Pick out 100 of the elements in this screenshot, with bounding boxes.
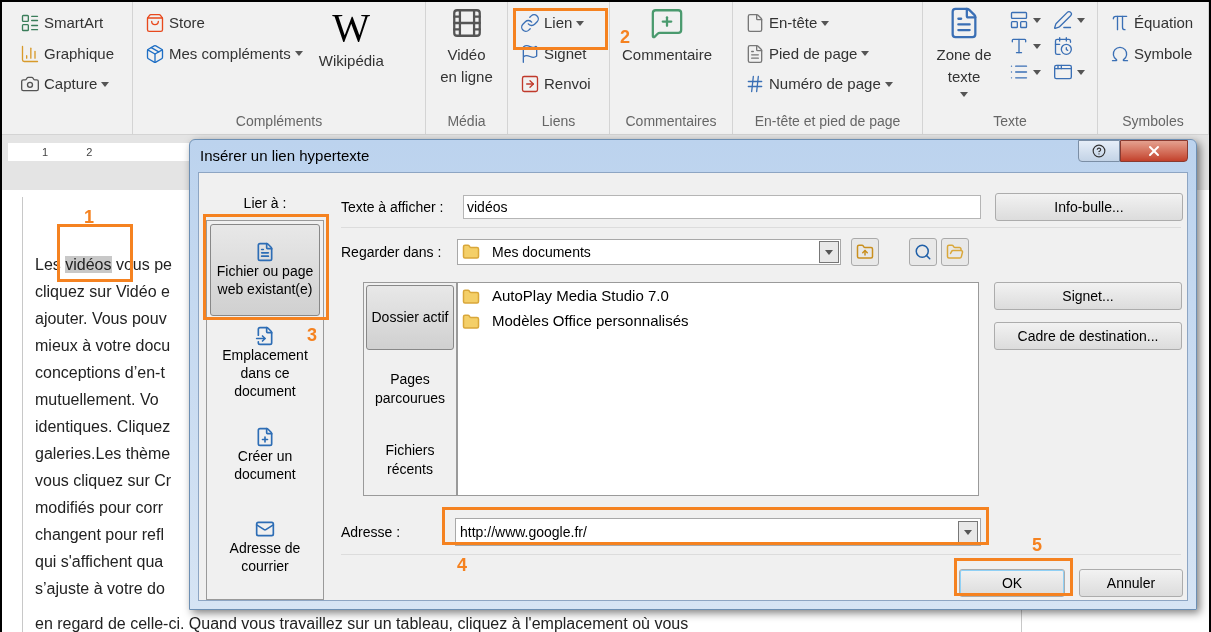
page-icon (745, 13, 765, 34)
ruler-number: 1 (42, 144, 49, 160)
document-line: modifiés pour corr (35, 498, 164, 518)
caret-icon (964, 529, 972, 535)
bar-chart-icon (20, 43, 40, 64)
ribbon-button[interactable]: Équation (1106, 12, 1198, 35)
shopping-bag-icon (145, 13, 165, 34)
group-label: Symboles (1121, 112, 1185, 131)
ribbon-button[interactable]: Symbole (1106, 42, 1198, 65)
step-number: 5 (1032, 534, 1042, 557)
folder-up-icon (856, 243, 874, 261)
calendar-icon (1053, 36, 1073, 56)
ribbon-button[interactable]: Numéro de page (741, 73, 897, 96)
link-to-label: Lier à : (243, 194, 287, 213)
ribbon-button[interactable]: Pied de page (741, 42, 897, 65)
document-line: changent pour refl (35, 525, 164, 545)
link-icon (520, 13, 540, 34)
document-line: vous cliquez sur Cr (35, 471, 172, 491)
step-number: 4 (457, 554, 467, 577)
hash-icon (745, 74, 765, 95)
group-label: Texte (992, 112, 1028, 131)
place-button[interactable]: Fichiers récents (366, 427, 454, 493)
step-number: 2 (620, 26, 630, 49)
folder-icon (462, 287, 480, 306)
group-label: En-tête et pied de page (753, 112, 902, 131)
ribbon-button[interactable]: En-tête (741, 12, 897, 35)
caret-icon (294, 51, 303, 57)
file-plus-icon (255, 427, 275, 447)
document-line: mutuellement. Vo (35, 390, 159, 410)
envelope-icon (255, 519, 275, 539)
caret-icon (576, 20, 585, 26)
place-button[interactable]: Dossier actif (366, 285, 454, 351)
ribbon-button[interactable]: Capture (16, 73, 119, 96)
file-item[interactable]: AutoPlay Media Studio 7.0 (462, 284, 978, 309)
flag-icon (520, 43, 540, 64)
document-line: ajouter. Vous pouv (35, 309, 167, 329)
ribbon-button[interactable]: W Wikipédia (314, 6, 388, 73)
ribbon-button[interactable]: Renvoi (516, 73, 595, 96)
caret-icon (884, 81, 893, 87)
arrow-box-icon (520, 74, 540, 95)
ribbon-button[interactable]: SmartArt (16, 12, 119, 35)
file-arrow-icon (255, 326, 275, 346)
help-icon (1092, 144, 1106, 158)
folder-icon (462, 312, 480, 331)
wikipedia-logo: W (332, 6, 371, 50)
text-to-display-field[interactable]: vidéos (463, 195, 981, 219)
ribbon-button[interactable]: Store (141, 12, 307, 35)
ribbon-button[interactable]: Vidéo en ligne (434, 6, 499, 88)
window-title: Insérer un lien hypertexte (199, 145, 370, 166)
caret-icon (1077, 17, 1085, 23)
group-label: Compléments (234, 112, 324, 131)
look-in-dropdown[interactable]: Mes documents (457, 239, 841, 265)
pen-icon (1053, 10, 1073, 30)
caret-icon (861, 51, 870, 57)
ribbon-button[interactable]: Zone de texte (931, 6, 997, 97)
step-number: 1 (84, 206, 94, 229)
ribbon-button[interactable]: Graphique (16, 42, 119, 65)
package-icon (145, 43, 165, 64)
group-label: Liens (540, 112, 577, 131)
close-button[interactable] (1120, 140, 1188, 162)
caret-icon (1077, 69, 1085, 75)
open-folder-icon (946, 243, 964, 261)
document-icon (745, 43, 765, 64)
link-type-option[interactable]: Adresse de courrier (210, 502, 320, 592)
document-line: mieux à votre docu (35, 336, 171, 356)
caret-icon (821, 20, 830, 26)
document-icon (255, 242, 275, 262)
link-type-option[interactable]: Créer un document (210, 410, 320, 500)
list-icon (20, 13, 40, 34)
caret-icon (1033, 17, 1041, 23)
folder-icon (462, 243, 480, 261)
file-item[interactable]: Modèles Office personnalisés (462, 309, 978, 334)
panel-icon (1009, 10, 1029, 30)
link-type-option[interactable]: Fichier ou page web existant(e) (210, 224, 320, 316)
letter-icon (1009, 36, 1029, 56)
ribbon-button[interactable]: Lien (516, 12, 595, 35)
close-icon (1146, 143, 1162, 159)
bookmark-button[interactable]: Signet... (994, 282, 1182, 310)
place-button[interactable]: Pages parcourues (366, 356, 454, 422)
address-label: Adresse : (341, 522, 402, 542)
target-frame-button[interactable]: Cadre de destination... (994, 322, 1182, 350)
document-line: galeries.Les thème (35, 444, 171, 464)
comment-icon (650, 6, 684, 40)
text-to-display-label: Texte à afficher : (341, 197, 445, 217)
group-label: Média (446, 112, 487, 131)
document-line: s’ajuste à votre do (35, 579, 165, 599)
document-line: qui s'affichent qua (35, 552, 164, 572)
window-icon (1053, 62, 1073, 82)
up-folder-button[interactable] (851, 238, 879, 266)
search-icon (914, 243, 932, 261)
document-line: conceptions d’en-t (35, 363, 165, 383)
caret-icon (825, 249, 833, 255)
caret-icon (1033, 43, 1041, 49)
ribbon-button[interactable]: Mes compléments (141, 42, 307, 65)
cancel-button[interactable]: Annuler (1079, 569, 1183, 597)
help-button[interactable] (1078, 140, 1120, 162)
browse-web-button[interactable] (909, 238, 937, 266)
ribbon-button[interactable]: Signet (516, 42, 595, 65)
caret-icon (1033, 69, 1041, 75)
tooltip-button[interactable]: Info-bulle... (995, 193, 1183, 221)
